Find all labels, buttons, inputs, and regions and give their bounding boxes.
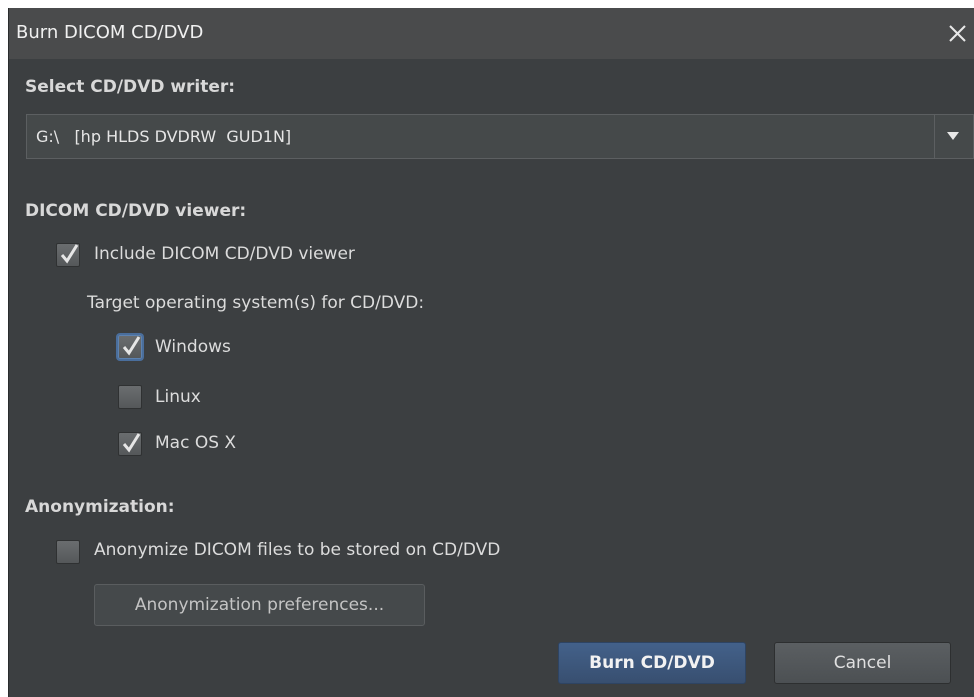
os-macos-label: Mac OS X xyxy=(155,433,237,453)
include-viewer-checkbox[interactable] xyxy=(56,243,80,267)
close-icon[interactable] xyxy=(939,18,974,48)
writer-dropdown[interactable]: G:\ [hp HLDS DVDRW GUD1N] xyxy=(26,114,974,159)
anonymization-preferences-button[interactable]: Anonymization preferences... xyxy=(94,584,425,626)
title-bar: Burn DICOM CD/DVD xyxy=(9,8,974,59)
writer-heading: Select CD/DVD writer: xyxy=(25,77,236,97)
os-windows-checkbox[interactable] xyxy=(118,335,142,359)
writer-dropdown-value: G:\ [hp HLDS DVDRW GUD1N] xyxy=(36,127,292,146)
anonymization-heading: Anonymization: xyxy=(25,497,175,517)
anonymize-checkbox[interactable] xyxy=(56,540,80,564)
target-os-label: Target operating system(s) for CD/DVD: xyxy=(87,293,425,313)
burn-dialog: Burn DICOM CD/DVD Select CD/DVD writer: … xyxy=(8,8,974,697)
anonymize-label: Anonymize DICOM files to be stored on CD… xyxy=(94,540,501,560)
checkmark-icon xyxy=(60,244,79,264)
os-windows-label: Windows xyxy=(155,337,231,357)
chevron-down-icon[interactable] xyxy=(934,115,973,158)
burn-button[interactable]: Burn CD/DVD xyxy=(558,642,746,684)
os-linux-label: Linux xyxy=(155,387,201,407)
cancel-button[interactable]: Cancel xyxy=(774,642,951,684)
include-viewer-label: Include DICOM CD/DVD viewer xyxy=(94,244,355,264)
viewer-heading: DICOM CD/DVD viewer: xyxy=(25,201,247,221)
window-title: Burn DICOM CD/DVD xyxy=(16,22,204,43)
os-linux-checkbox[interactable] xyxy=(118,385,142,409)
os-macos-checkbox[interactable] xyxy=(118,432,142,456)
checkmark-icon xyxy=(122,433,141,453)
checkmark-icon xyxy=(122,336,141,356)
